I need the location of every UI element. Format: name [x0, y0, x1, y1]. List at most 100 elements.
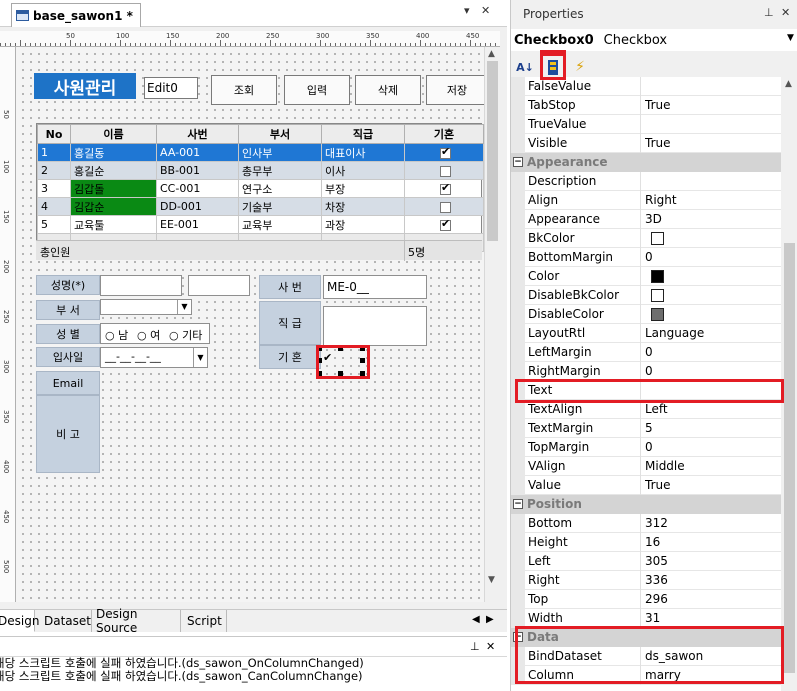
property-row-align[interactable]: Align Right [511, 191, 781, 210]
property-row-tabstop[interactable]: TabStop True [511, 96, 781, 115]
object-selector[interactable]: Checkbox0 Checkbox ▼ [511, 29, 797, 51]
close-document-icon[interactable]: ✕ [481, 4, 490, 17]
table-cell-married[interactable] [404, 143, 484, 162]
name-sub-field[interactable] [188, 275, 250, 296]
canvas-vertical-scrollbar[interactable]: ▲ ▼ [484, 47, 500, 602]
table-cell-dept[interactable]: 연구소 [238, 179, 322, 198]
scroll-up-icon[interactable]: ▲ [488, 49, 495, 59]
table-row[interactable]: 5 교육툴 EE-001 교육부 과장 [37, 215, 484, 234]
property-row-value[interactable]: Value True [511, 476, 781, 495]
close-icon[interactable]: ✕ [781, 6, 790, 19]
table-row[interactable]: 2 홍길순 BB-001 총무부 이사 [37, 161, 484, 180]
property-value[interactable]: True [645, 98, 671, 112]
sort-alphabetical-icon[interactable]: A↓ [514, 55, 536, 79]
property-row-textmargin[interactable]: TextMargin 5 [511, 419, 781, 438]
table-cell-no[interactable]: 5 [37, 215, 71, 234]
property-value[interactable]: True [645, 478, 671, 492]
collapse-icon[interactable]: − [513, 499, 523, 509]
married-checkbox[interactable] [440, 181, 451, 195]
table-cell-married[interactable] [404, 179, 484, 198]
property-row-color[interactable]: Color [511, 267, 781, 286]
property-row-disablecolor[interactable]: DisableColor [511, 305, 781, 324]
table-cell-id[interactable]: DD-001 [156, 197, 239, 216]
radio-male[interactable]: ○ 남 [105, 327, 128, 343]
table-cell-rank[interactable]: 차장 [321, 197, 405, 216]
property-value[interactable]: 336 [645, 573, 668, 587]
col-header-dept[interactable]: 부서 [238, 124, 322, 144]
table-cell-no[interactable]: 4 [37, 197, 71, 216]
table-cell-no[interactable]: 3 [37, 179, 71, 198]
table-cell-dept[interactable]: 총무부 [238, 161, 322, 180]
married-label[interactable]: 기 혼 [259, 345, 321, 369]
property-value[interactable]: Right [645, 193, 677, 207]
property-category-position[interactable]: − Position [511, 495, 781, 514]
email-label[interactable]: Email [36, 371, 100, 395]
join-date-field[interactable]: __-__-__-__ ▼ [100, 347, 208, 368]
table-cell-married[interactable] [404, 161, 484, 180]
emp-no-label[interactable]: 사 번 [259, 275, 321, 299]
property-row-top[interactable]: Top 296 [511, 590, 781, 609]
join-date-label[interactable]: 입사일 [36, 347, 100, 367]
property-row-bottommargin[interactable]: BottomMargin 0 [511, 248, 781, 267]
col-header-name[interactable]: 이름 [70, 124, 157, 144]
tab-list-dropdown-icon[interactable]: ▾ [464, 4, 470, 17]
collapse-icon[interactable]: − [513, 157, 523, 167]
emp-no-field[interactable]: ME-0__ [323, 275, 427, 299]
color-swatch-icon[interactable] [651, 270, 664, 283]
tab-dataset[interactable]: Dataset [40, 610, 92, 632]
property-row-bkcolor[interactable]: BkColor [511, 229, 781, 248]
property-value[interactable]: 312 [645, 516, 668, 530]
table-cell-rank[interactable]: 이사 [321, 161, 405, 180]
chevron-down-icon[interactable]: ▼ [787, 33, 794, 43]
property-value[interactable]: 0 [645, 440, 653, 454]
col-header-id[interactable]: 사번 [156, 124, 239, 144]
tab-scroll-left-icon[interactable]: ◀ [472, 614, 480, 625]
table-cell-married[interactable] [404, 197, 484, 216]
scroll-up-icon[interactable]: ▲ [785, 79, 792, 89]
color-swatch-icon[interactable] [651, 308, 664, 321]
table-cell-name[interactable]: 김갑돌 [70, 179, 157, 198]
document-tab[interactable]: base_sawon1 * [11, 3, 141, 27]
color-swatch-icon[interactable] [651, 289, 664, 302]
tab-script[interactable]: Script [183, 610, 227, 632]
tab-design[interactable]: Design [0, 610, 39, 632]
design-canvas[interactable]: 사원관리 Edit0 조회 입력 삭제 저장 No 이름 사번 부서 직급 기혼… [16, 47, 484, 602]
table-cell-no[interactable]: 2 [37, 161, 71, 180]
scroll-thumb[interactable] [487, 61, 498, 241]
col-header-no[interactable]: No [37, 124, 71, 144]
table-cell-id[interactable]: CC-001 [156, 179, 239, 198]
property-row-appearance[interactable]: Appearance 3D [511, 210, 781, 229]
property-row-leftmargin[interactable]: LeftMargin 0 [511, 343, 781, 362]
property-value[interactable]: True [645, 136, 671, 150]
table-cell-rank[interactable]: 부장 [321, 179, 405, 198]
table-cell-rank[interactable]: 과장 [321, 215, 405, 234]
property-row-right[interactable]: Right 336 [511, 571, 781, 590]
table-cell-rank[interactable]: 대표이사 [321, 143, 405, 162]
table-cell-name[interactable]: 교육툴 [70, 215, 157, 234]
pin-icon[interactable]: ⊥ [764, 6, 774, 19]
table-cell-dept[interactable]: 기술부 [238, 197, 322, 216]
radio-female[interactable]: ○ 여 [137, 327, 160, 343]
search-button[interactable]: 조회 [211, 75, 277, 105]
table-cell-dept[interactable]: 교육부 [238, 215, 322, 234]
event-lightning-icon[interactable]: ⚡ [569, 55, 591, 79]
close-icon[interactable]: ✕ [486, 640, 495, 653]
table-cell-name[interactable]: 김갑순 [70, 197, 157, 216]
table-cell-id[interactable]: AA-001 [156, 143, 239, 162]
married-checkbox[interactable] [440, 145, 451, 159]
col-header-rank[interactable]: 직급 [321, 124, 405, 144]
property-value[interactable]: 0 [645, 345, 653, 359]
property-row-bottom[interactable]: Bottom 312 [511, 514, 781, 533]
married-checkbox[interactable] [440, 165, 451, 177]
property-row-truevalue[interactable]: TrueValue [511, 115, 781, 134]
table-cell-name[interactable]: 홍길동 [70, 143, 157, 162]
property-value[interactable]: Left [645, 402, 668, 416]
property-value[interactable]: 31 [645, 611, 660, 625]
table-cell-name[interactable]: 홍길순 [70, 161, 157, 180]
col-header-married[interactable]: 기혼 [404, 124, 484, 144]
name-label[interactable]: 성명(*) [36, 275, 100, 295]
table-cell-married[interactable] [404, 215, 484, 234]
table-cell-id[interactable]: EE-001 [156, 215, 239, 234]
property-value[interactable]: Middle [645, 459, 685, 473]
property-row-layoutrtl[interactable]: LayoutRtl Language [511, 324, 781, 343]
